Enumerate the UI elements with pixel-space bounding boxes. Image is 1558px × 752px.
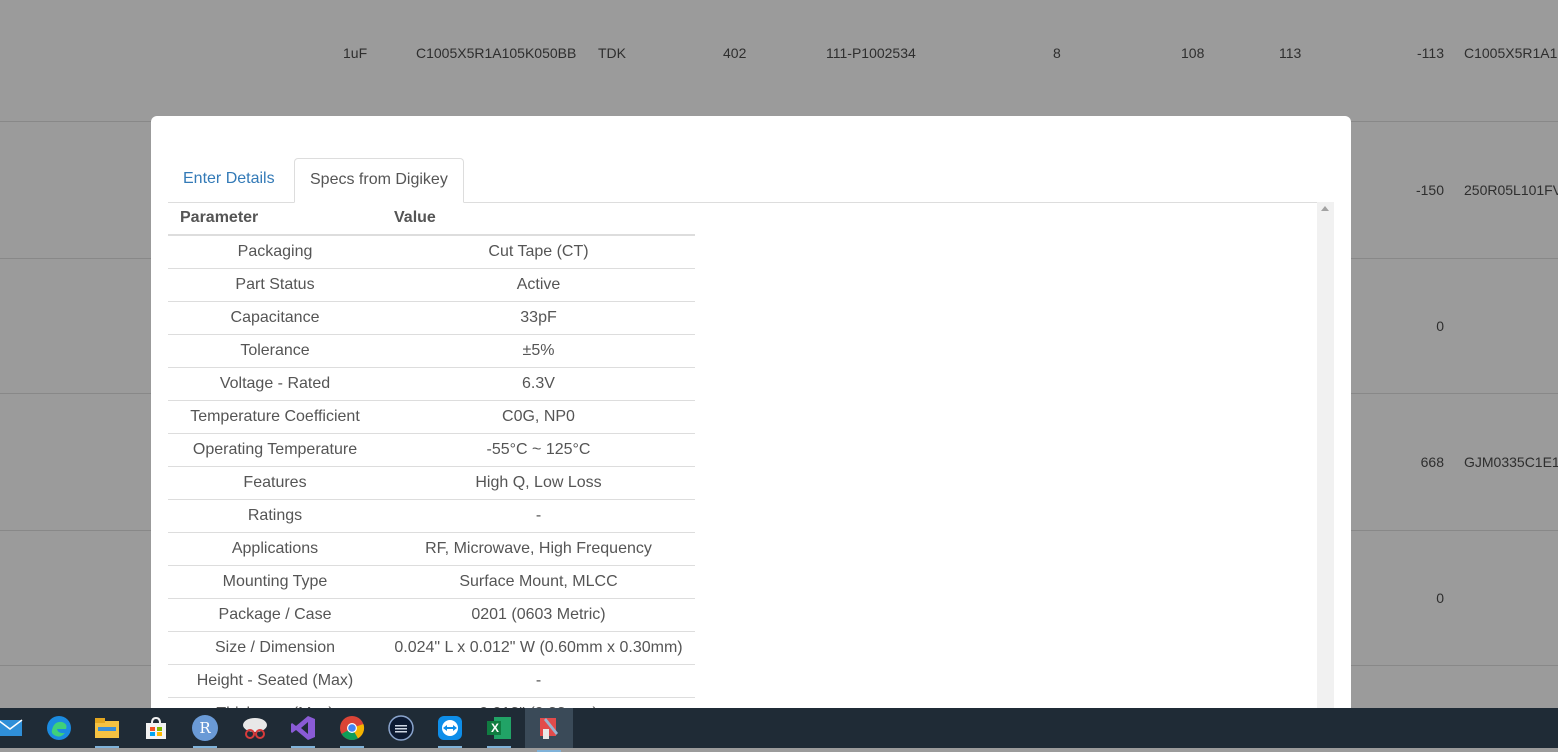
spec-value: -55°C ~ 125°C: [382, 433, 695, 467]
table-cell: GJM0335C1E1: [1464, 454, 1558, 470]
table-cell: 668: [1420, 454, 1444, 470]
tab-enter-details[interactable]: Enter Details: [168, 158, 290, 200]
taskbar: R X: [0, 708, 1558, 752]
spec-parameter: Height - Seated (Max): [168, 664, 382, 698]
spec-parameter: Ratings: [168, 499, 382, 533]
spec-parameter: Capacitance: [168, 301, 382, 335]
column-header-value: Value: [382, 202, 695, 236]
spec-parameter: Package / Case: [168, 598, 382, 632]
spec-value: C0G, NP0: [382, 400, 695, 434]
table-row: Voltage - Rated 6.3V: [168, 367, 695, 401]
chrome-icon[interactable]: [336, 712, 368, 748]
spec-parameter: Size / Dimension: [168, 631, 382, 665]
table-cell: 8: [1053, 45, 1061, 61]
spec-value: -: [382, 499, 695, 533]
table-cell: C1005X5R1A105K050BB: [416, 45, 577, 61]
table-header-row: Parameter Value: [168, 202, 695, 236]
modal-tabs: Enter Details Specs from Digikey: [168, 158, 1334, 203]
spec-value: ±5%: [382, 334, 695, 368]
spec-value: 6.3V: [382, 367, 695, 401]
spec-value: 0.024" L x 0.012" W (0.60mm x 0.30mm): [382, 631, 695, 665]
table-row: Capacitance 33pF: [168, 301, 695, 335]
spec-parameter: Temperature Coefficient: [168, 400, 382, 434]
spec-value: 33pF: [382, 301, 695, 335]
table-cell: 250R05L101FV: [1464, 182, 1558, 198]
table-row: Tolerance ±5%: [168, 334, 695, 368]
table-row: Features High Q, Low Loss: [168, 466, 695, 500]
table-row: Package / Case 0201 (0603 Metric): [168, 598, 695, 632]
spec-value: Active: [382, 268, 695, 302]
table-cell: 108: [1181, 45, 1205, 61]
mail-icon[interactable]: [0, 712, 26, 744]
spec-value: High Q, Low Loss: [382, 466, 695, 500]
vertical-scrollbar[interactable]: [1317, 202, 1334, 736]
table-cell: -150: [1415, 182, 1444, 198]
r-icon-label: R: [199, 719, 211, 737]
table-row: Ratings -: [168, 499, 695, 533]
edge-icon[interactable]: [43, 712, 75, 744]
table-row: Mounting Type Surface Mount, MLCC: [168, 565, 695, 599]
table-row: Packaging Cut Tape (CT): [168, 234, 695, 269]
tab-specs-from-digikey[interactable]: Specs from Digikey: [294, 158, 464, 203]
spec-parameter: Packaging: [168, 234, 382, 269]
specs-scroll-area[interactable]: Parameter Value Packaging Cut Tape (CT) Pa…: [168, 202, 1334, 736]
table-cell: C1005X5R1A1: [1464, 45, 1558, 61]
table-row: Applications RF, Microwave, High Frequenc…: [168, 532, 695, 566]
spec-value: -: [382, 664, 695, 698]
visual-studio-icon[interactable]: [287, 712, 319, 748]
file-explorer-icon[interactable]: [91, 712, 123, 748]
spec-value: 0201 (0603 Metric): [382, 598, 695, 632]
excel-icon[interactable]: X: [483, 712, 515, 748]
table-cell: 0: [1436, 318, 1444, 334]
table-cell: 111-P1002534: [826, 45, 916, 61]
table-cell: 402: [723, 45, 747, 61]
snip-icon[interactable]: [239, 712, 271, 744]
spec-value: Surface Mount, MLCC: [382, 565, 695, 599]
table-row: Temperature Coefficient C0G, NP0: [168, 400, 695, 434]
terminal-icon[interactable]: [385, 712, 417, 744]
table-cell: -113: [1417, 45, 1444, 61]
spec-parameter: Operating Temperature: [168, 433, 382, 467]
table-cell: 0: [1436, 590, 1444, 606]
spec-value: Cut Tape (CT): [382, 234, 695, 269]
specs-table: Parameter Value Packaging Cut Tape (CT) Pa…: [168, 202, 695, 730]
table-cell: TDK: [598, 45, 626, 61]
table-row: Size / Dimension 0.024" L x 0.012" W (0.6…: [168, 631, 695, 665]
excel-icon-label: X: [491, 721, 500, 735]
table-row: 1uF C1005X5R1A105K050BB TDK 402 111-P100…: [0, 0, 1558, 122]
spec-value: RF, Microwave, High Frequency: [382, 532, 695, 566]
table-row: Height - Seated (Max) -: [168, 664, 695, 698]
column-header-parameter: Parameter: [168, 202, 382, 236]
table-row: Part Status Active: [168, 268, 695, 302]
spec-parameter: Features: [168, 466, 382, 500]
teamviewer-icon[interactable]: [434, 712, 466, 748]
spec-parameter: Tolerance: [168, 334, 382, 368]
pen-tool-icon[interactable]: [525, 708, 573, 752]
store-icon[interactable]: [140, 712, 172, 744]
table-row: Operating Temperature -55°C ~ 125°C: [168, 433, 695, 467]
spec-parameter: Voltage - Rated: [168, 367, 382, 401]
spec-parameter: Mounting Type: [168, 565, 382, 599]
scroll-up-arrow-icon[interactable]: [1321, 206, 1329, 211]
r-icon[interactable]: R: [189, 712, 221, 748]
spec-parameter: Part Status: [168, 268, 382, 302]
table-cell: 1uF: [343, 45, 368, 61]
table-cell: 113: [1279, 45, 1302, 61]
specs-modal: Enter Details Specs from Digikey Paramet…: [151, 116, 1351, 736]
spec-parameter: Applications: [168, 532, 382, 566]
